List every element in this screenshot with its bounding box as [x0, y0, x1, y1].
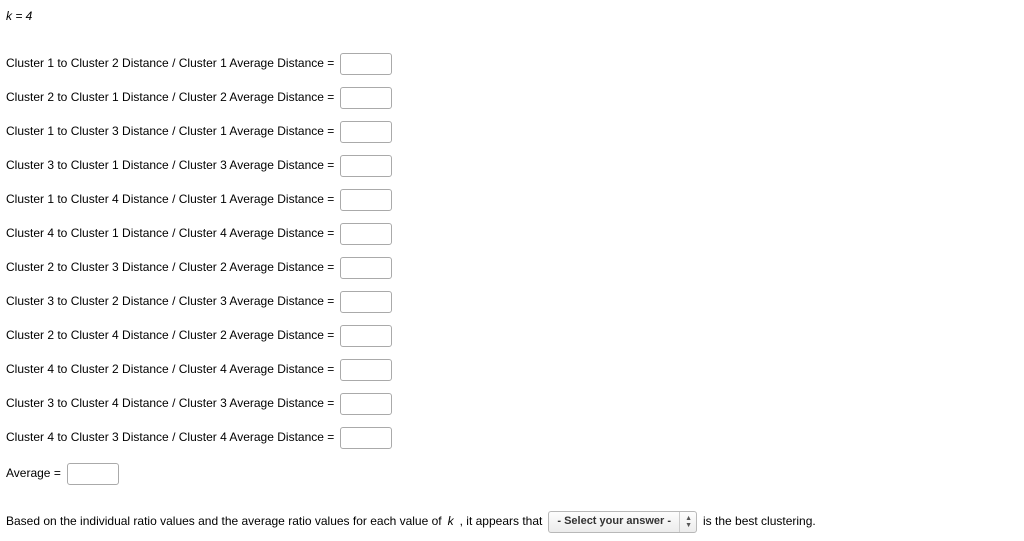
ratio-input[interactable] [340, 257, 392, 279]
ratio-input[interactable] [340, 291, 392, 313]
average-row: Average = [6, 463, 1016, 485]
ratio-label: Cluster 3 to Cluster 1 Distance / Cluste… [6, 157, 334, 174]
ratio-row: Cluster 2 to Cluster 4 Distance / Cluste… [6, 325, 1016, 347]
conclusion-text-mid: , it appears that [460, 513, 543, 530]
ratio-input[interactable] [340, 427, 392, 449]
answer-select[interactable]: - Select your answer - ▲ ▼ [548, 511, 697, 533]
average-input[interactable] [67, 463, 119, 485]
k-heading: k = 4 [6, 8, 1016, 25]
k-variable: k [448, 513, 454, 530]
ratio-input[interactable] [340, 87, 392, 109]
ratio-row: Cluster 1 to Cluster 4 Distance / Cluste… [6, 189, 1016, 211]
ratio-input[interactable] [340, 223, 392, 245]
ratio-label: Cluster 2 to Cluster 3 Distance / Cluste… [6, 259, 334, 276]
ratio-label: Cluster 4 to Cluster 3 Distance / Cluste… [6, 429, 334, 446]
ratio-input[interactable] [340, 155, 392, 177]
ratio-label: Cluster 1 to Cluster 3 Distance / Cluste… [6, 123, 334, 140]
ratio-label: Cluster 4 to Cluster 1 Distance / Cluste… [6, 225, 334, 242]
ratio-label: Cluster 2 to Cluster 1 Distance / Cluste… [6, 89, 334, 106]
ratio-row: Cluster 3 to Cluster 4 Distance / Cluste… [6, 393, 1016, 415]
ratio-row: Cluster 3 to Cluster 1 Distance / Cluste… [6, 155, 1016, 177]
ratio-input[interactable] [340, 359, 392, 381]
ratio-row: Cluster 1 to Cluster 2 Distance / Cluste… [6, 53, 1016, 75]
ratio-row: Cluster 3 to Cluster 2 Distance / Cluste… [6, 291, 1016, 313]
ratio-input[interactable] [340, 325, 392, 347]
ratio-row: Cluster 1 to Cluster 3 Distance / Cluste… [6, 121, 1016, 143]
ratio-input[interactable] [340, 121, 392, 143]
ratio-input[interactable] [340, 189, 392, 211]
ratio-label: Cluster 4 to Cluster 2 Distance / Cluste… [6, 361, 334, 378]
ratio-label: Cluster 1 to Cluster 2 Distance / Cluste… [6, 55, 334, 72]
select-placeholder: - Select your answer - [557, 514, 671, 529]
ratio-label: Cluster 3 to Cluster 2 Distance / Cluste… [6, 293, 334, 310]
ratio-row: Cluster 2 to Cluster 3 Distance / Cluste… [6, 257, 1016, 279]
ratio-row: Cluster 4 to Cluster 1 Distance / Cluste… [6, 223, 1016, 245]
ratio-label: Cluster 1 to Cluster 4 Distance / Cluste… [6, 191, 334, 208]
conclusion-text-before: Based on the individual ratio values and… [6, 513, 442, 530]
average-label: Average = [6, 465, 61, 482]
conclusion-row: Based on the individual ratio values and… [6, 511, 1016, 533]
ratio-input[interactable] [340, 393, 392, 415]
ratio-label: Cluster 3 to Cluster 4 Distance / Cluste… [6, 395, 334, 412]
ratio-row: Cluster 4 to Cluster 3 Distance / Cluste… [6, 427, 1016, 449]
ratio-rows-container: Cluster 1 to Cluster 2 Distance / Cluste… [6, 53, 1016, 449]
ratio-label: Cluster 2 to Cluster 4 Distance / Cluste… [6, 327, 334, 344]
ratio-row: Cluster 2 to Cluster 1 Distance / Cluste… [6, 87, 1016, 109]
ratio-row: Cluster 4 to Cluster 2 Distance / Cluste… [6, 359, 1016, 381]
conclusion-text-after: is the best clustering. [703, 513, 816, 530]
ratio-input[interactable] [340, 53, 392, 75]
